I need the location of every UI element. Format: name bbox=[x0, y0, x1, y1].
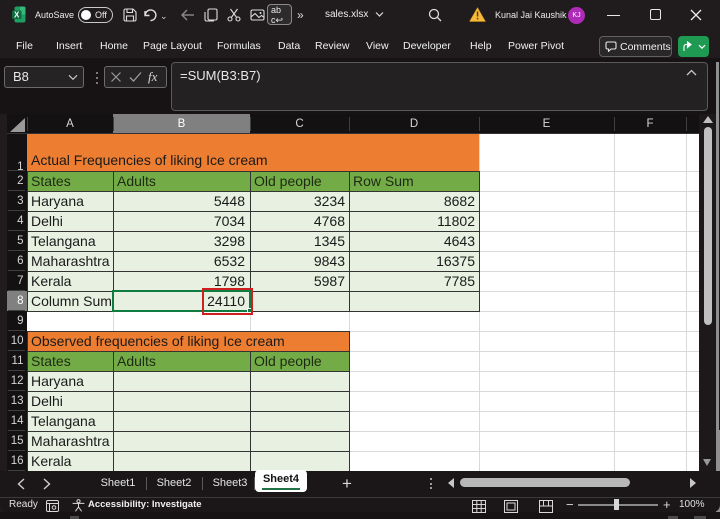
svg-text:X: X bbox=[14, 11, 20, 20]
